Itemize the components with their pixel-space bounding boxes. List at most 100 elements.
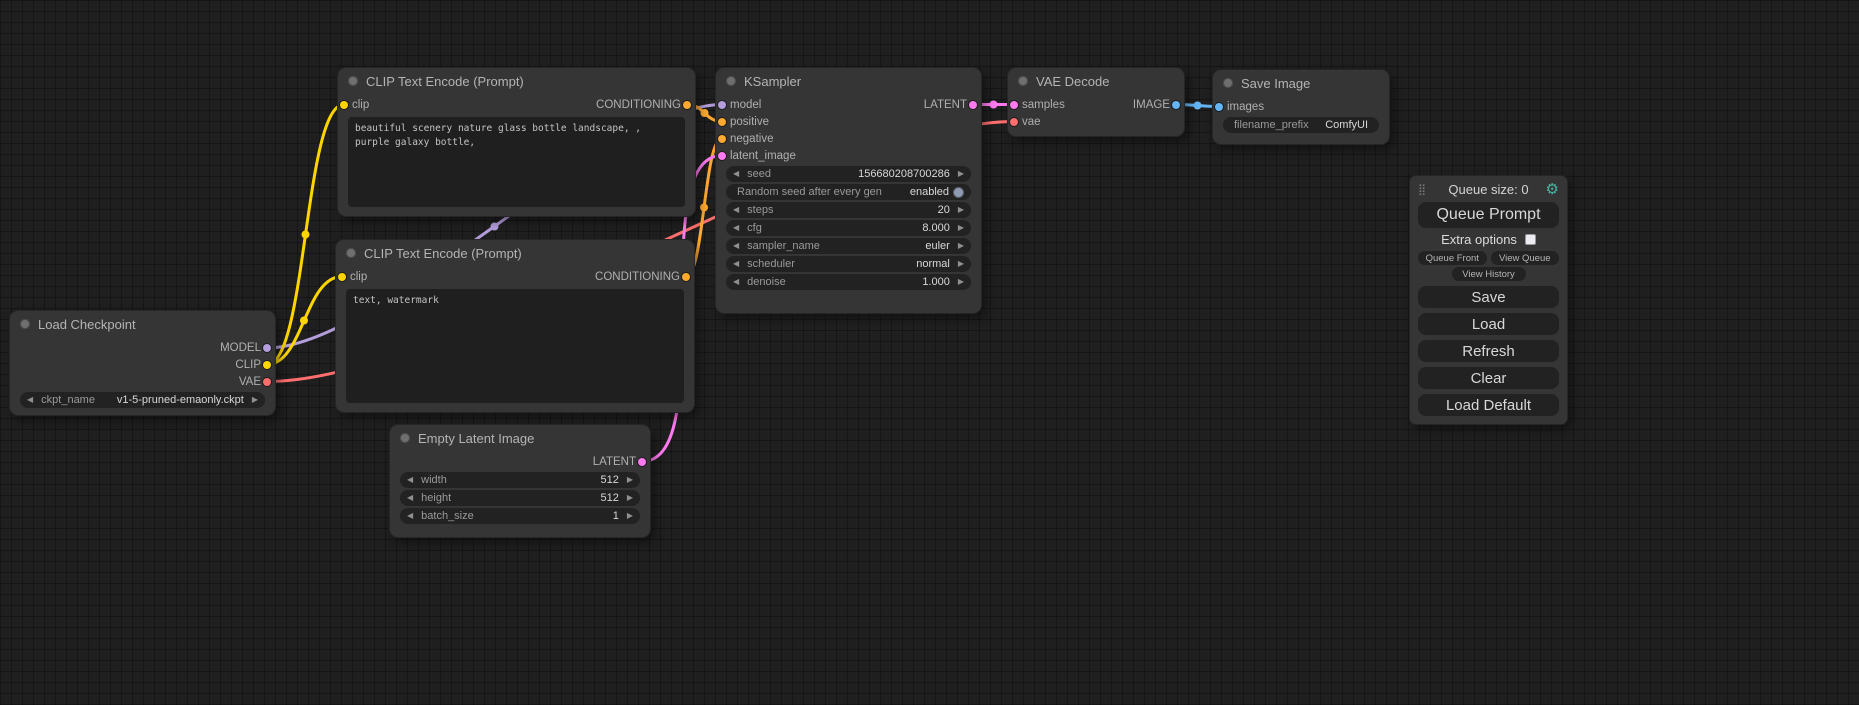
save-button[interactable]: Save [1418, 286, 1559, 308]
widget-label: height [421, 492, 451, 504]
prev-value-arrow-icon[interactable]: ◀ [733, 242, 739, 250]
slot-row-model-latent: model LATENT [716, 96, 981, 113]
next-value-arrow-icon[interactable]: ▶ [252, 396, 258, 404]
node-title: CLIP Text Encode (Prompt) [364, 246, 522, 261]
vae-input-dot[interactable] [1010, 118, 1018, 126]
settings-gear-icon[interactable]: ⚙ [1543, 180, 1559, 198]
queue-prompt-button[interactable]: Queue Prompt [1418, 202, 1559, 228]
seed-widget[interactable]: ◀ seed 156680208700286 ▶ [726, 166, 971, 182]
node-header[interactable]: VAE Decode [1008, 68, 1184, 94]
view-queue-button[interactable]: View Queue [1491, 251, 1560, 265]
filename-prefix-widget[interactable]: filename_prefix ComfyUI [1223, 117, 1379, 133]
node-load-checkpoint[interactable]: Load Checkpoint MODEL CLIP VAE ◀ ckpt_na… [10, 311, 275, 415]
prev-value-arrow-icon[interactable]: ◀ [733, 260, 739, 268]
collapse-dot-icon[interactable] [348, 76, 358, 86]
height-widget[interactable]: ◀ height 512 ▶ [400, 490, 640, 506]
node-clip-text-encode-negative[interactable]: CLIP Text Encode (Prompt) clip CONDITION… [336, 240, 694, 412]
link-midpoint-dot [1194, 102, 1202, 110]
ckpt-name-widget[interactable]: ◀ ckpt_name v1-5-pruned-emaonly.ckpt ▶ [20, 392, 265, 408]
link-midpoint-dot [302, 231, 310, 239]
random-seed-toggle-widget[interactable]: Random seed after every gen enabled [726, 184, 971, 200]
collapse-dot-icon[interactable] [726, 76, 736, 86]
widget-value: 1 [613, 510, 619, 522]
node-header[interactable]: KSampler [716, 68, 981, 94]
increment-arrow-icon[interactable]: ▶ [627, 512, 633, 520]
node-ksampler[interactable]: KSampler model LATENT positive negative … [716, 68, 981, 313]
view-history-button[interactable]: View History [1452, 267, 1526, 281]
denoise-widget[interactable]: ◀ denoise 1.000 ▶ [726, 274, 971, 290]
collapse-dot-icon[interactable] [400, 433, 410, 443]
decrement-arrow-icon[interactable]: ◀ [733, 206, 739, 214]
steps-widget[interactable]: ◀ steps 20 ▶ [726, 202, 971, 218]
decrement-arrow-icon[interactable]: ◀ [733, 170, 739, 178]
view-history-row: View History [1418, 267, 1559, 281]
queue-front-button[interactable]: Queue Front [1418, 251, 1487, 265]
collapse-dot-icon[interactable] [20, 319, 30, 329]
increment-arrow-icon[interactable]: ▶ [958, 278, 964, 286]
load-button[interactable]: Load [1418, 313, 1559, 335]
widget-value: normal [916, 258, 950, 270]
refresh-button[interactable]: Refresh [1418, 340, 1559, 362]
node-empty-latent-image[interactable]: Empty Latent Image LATENT ◀ width 512 ▶ … [390, 425, 650, 537]
conditioning-output-dot[interactable] [682, 273, 690, 281]
cfg-widget[interactable]: ◀ cfg 8.000 ▶ [726, 220, 971, 236]
samples-input-dot[interactable] [1010, 101, 1018, 109]
link-midpoint-dot [990, 101, 998, 109]
toggle-knob[interactable] [953, 187, 964, 198]
increment-arrow-icon[interactable]: ▶ [958, 206, 964, 214]
node-header[interactable]: Load Checkpoint [10, 311, 275, 337]
clip-input-dot[interactable] [340, 101, 348, 109]
increment-arrow-icon[interactable]: ▶ [958, 170, 964, 178]
negative-prompt-textarea[interactable]: text, watermark [346, 289, 684, 403]
decrement-arrow-icon[interactable]: ◀ [733, 224, 739, 232]
positive-prompt-textarea[interactable]: beautiful scenery nature glass bottle la… [348, 117, 685, 207]
next-value-arrow-icon[interactable]: ▶ [958, 260, 964, 268]
node-header[interactable]: Save Image [1213, 70, 1389, 96]
node-canvas[interactable]: Load Checkpoint MODEL CLIP VAE ◀ ckpt_na… [0, 0, 1859, 705]
slot-row-clip-conditioning: clip CONDITIONING [336, 268, 694, 285]
collapse-dot-icon[interactable] [1018, 76, 1028, 86]
node-vae-decode[interactable]: VAE Decode samples IMAGE vae [1008, 68, 1184, 136]
model-input-dot[interactable] [718, 101, 726, 109]
vae-output-dot[interactable] [263, 378, 271, 386]
node-header[interactable]: Empty Latent Image [390, 425, 650, 451]
width-widget[interactable]: ◀ width 512 ▶ [400, 472, 640, 488]
latent-output-dot[interactable] [638, 458, 646, 466]
drag-handle-icon[interactable]: ⣿ [1418, 183, 1434, 196]
latent-image-input-dot[interactable] [718, 152, 726, 160]
output-slot-vae: VAE [10, 373, 275, 390]
decrement-arrow-icon[interactable]: ◀ [407, 512, 413, 520]
conditioning-output-dot[interactable] [683, 101, 691, 109]
queue-size-label: Queue size: 0 [1434, 182, 1543, 197]
widget-value: euler [925, 240, 949, 252]
scheduler-widget[interactable]: ◀ scheduler normal ▶ [726, 256, 971, 272]
collapse-dot-icon[interactable] [1223, 78, 1233, 88]
prev-value-arrow-icon[interactable]: ◀ [27, 396, 33, 404]
slot-label: CONDITIONING [596, 99, 681, 111]
node-header[interactable]: CLIP Text Encode (Prompt) [338, 68, 695, 94]
increment-arrow-icon[interactable]: ▶ [958, 224, 964, 232]
clip-input-dot[interactable] [338, 273, 346, 281]
increment-arrow-icon[interactable]: ▶ [627, 476, 633, 484]
images-input-dot[interactable] [1215, 103, 1223, 111]
node-save-image[interactable]: Save Image images filename_prefix ComfyU… [1213, 70, 1389, 144]
model-output-dot[interactable] [263, 344, 271, 352]
decrement-arrow-icon[interactable]: ◀ [407, 476, 413, 484]
load-default-button[interactable]: Load Default [1418, 394, 1559, 416]
positive-input-dot[interactable] [718, 118, 726, 126]
decrement-arrow-icon[interactable]: ◀ [733, 278, 739, 286]
latent-output-dot[interactable] [969, 101, 977, 109]
node-header[interactable]: CLIP Text Encode (Prompt) [336, 240, 694, 266]
sampler-name-widget[interactable]: ◀ sampler_name euler ▶ [726, 238, 971, 254]
collapse-dot-icon[interactable] [346, 248, 356, 258]
next-value-arrow-icon[interactable]: ▶ [958, 242, 964, 250]
clip-output-dot[interactable] [263, 361, 271, 369]
node-clip-text-encode-positive[interactable]: CLIP Text Encode (Prompt) clip CONDITION… [338, 68, 695, 216]
decrement-arrow-icon[interactable]: ◀ [407, 494, 413, 502]
batch-size-widget[interactable]: ◀ batch_size 1 ▶ [400, 508, 640, 524]
increment-arrow-icon[interactable]: ▶ [627, 494, 633, 502]
clear-button[interactable]: Clear [1418, 367, 1559, 389]
negative-input-dot[interactable] [718, 135, 726, 143]
extra-options-checkbox[interactable] [1525, 234, 1536, 245]
image-output-dot[interactable] [1172, 101, 1180, 109]
